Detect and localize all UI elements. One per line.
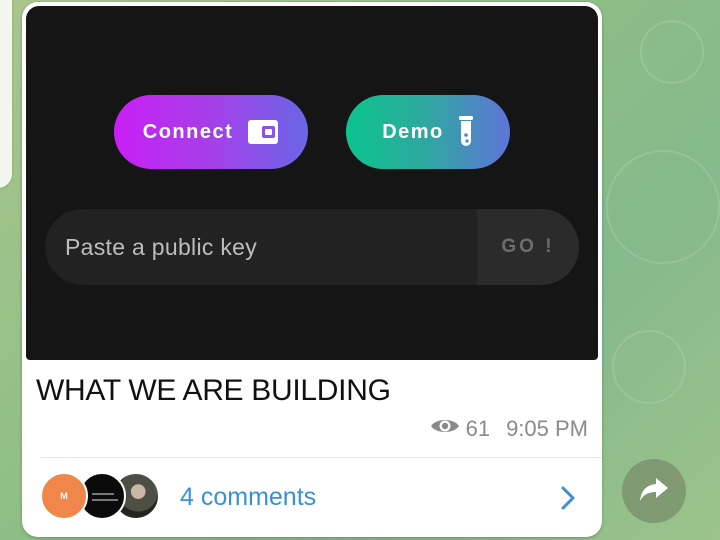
channel-post-bubble: Connect Demo Paste a public key GO ! WHA… <box>22 2 602 537</box>
view-count: 61 <box>465 416 491 441</box>
post-image[interactable]: Connect Demo Paste a public key GO ! <box>26 6 598 360</box>
demo-button[interactable]: Demo <box>346 95 510 169</box>
post-time: 9:05 PM <box>506 416 588 441</box>
comments-button[interactable]: M 4 comments <box>22 458 602 537</box>
share-arrow-icon <box>639 476 669 507</box>
eye-icon <box>430 416 460 442</box>
avatar: M <box>40 472 88 520</box>
avatar-decoration <box>92 499 118 501</box>
post-caption: WHAT WE ARE BUILDING <box>36 374 391 407</box>
avatar-initial: M <box>60 491 68 501</box>
connect-button-label: Connect <box>142 120 234 143</box>
post-meta: 61 9:05 PM <box>430 416 588 442</box>
background-doodle <box>612 330 686 404</box>
avatar-decoration <box>92 493 114 495</box>
background-doodle <box>606 150 720 264</box>
background-doodle <box>640 20 704 84</box>
chevron-right-icon <box>560 485 576 516</box>
go-button[interactable]: GO ! <box>477 209 579 285</box>
comments-count-label: 4 comments <box>180 483 317 511</box>
public-key-input[interactable]: Paste a public key GO ! <box>45 209 579 285</box>
wallet-icon <box>247 119 279 145</box>
connect-button[interactable]: Connect <box>114 95 308 169</box>
share-button[interactable] <box>622 459 686 523</box>
previous-message-bubble <box>0 0 12 188</box>
demo-button-label: Demo <box>382 120 444 143</box>
test-tube-icon <box>458 115 474 149</box>
public-key-placeholder: Paste a public key <box>65 234 258 260</box>
